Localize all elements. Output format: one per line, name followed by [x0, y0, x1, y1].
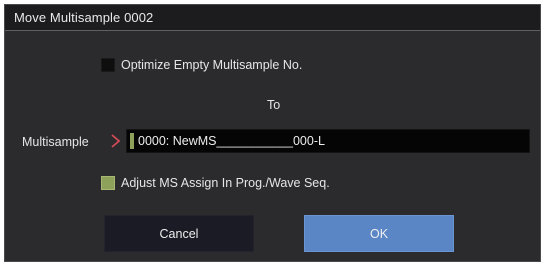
- optimize-checkbox[interactable]: [101, 58, 115, 72]
- dialog-title: Move Multisample 0002: [14, 10, 154, 25]
- dialog-titlebar: Move Multisample 0002: [5, 5, 540, 31]
- multisample-value: 0000: NewMS___________000-L: [138, 134, 325, 148]
- optimize-label: Optimize Empty Multisample No.: [121, 58, 303, 72]
- field-cursor-bar: [130, 133, 134, 149]
- move-multisample-dialog: Move Multisample 0002 Optimize Empty Mul…: [4, 4, 541, 262]
- ok-button[interactable]: OK: [304, 215, 454, 252]
- chevron-right-icon[interactable]: [109, 133, 123, 149]
- to-label: To: [267, 98, 281, 112]
- optimize-option[interactable]: Optimize Empty Multisample No.: [101, 58, 302, 72]
- adjust-option[interactable]: Adjust MS Assign In Prog./Wave Seq.: [101, 176, 330, 190]
- multisample-field[interactable]: 0000: NewMS___________000-L: [126, 129, 530, 153]
- multisample-label: Multisample: [22, 135, 89, 149]
- cancel-button[interactable]: Cancel: [104, 215, 254, 252]
- adjust-checkbox[interactable]: [101, 176, 115, 190]
- adjust-label: Adjust MS Assign In Prog./Wave Seq.: [121, 176, 330, 190]
